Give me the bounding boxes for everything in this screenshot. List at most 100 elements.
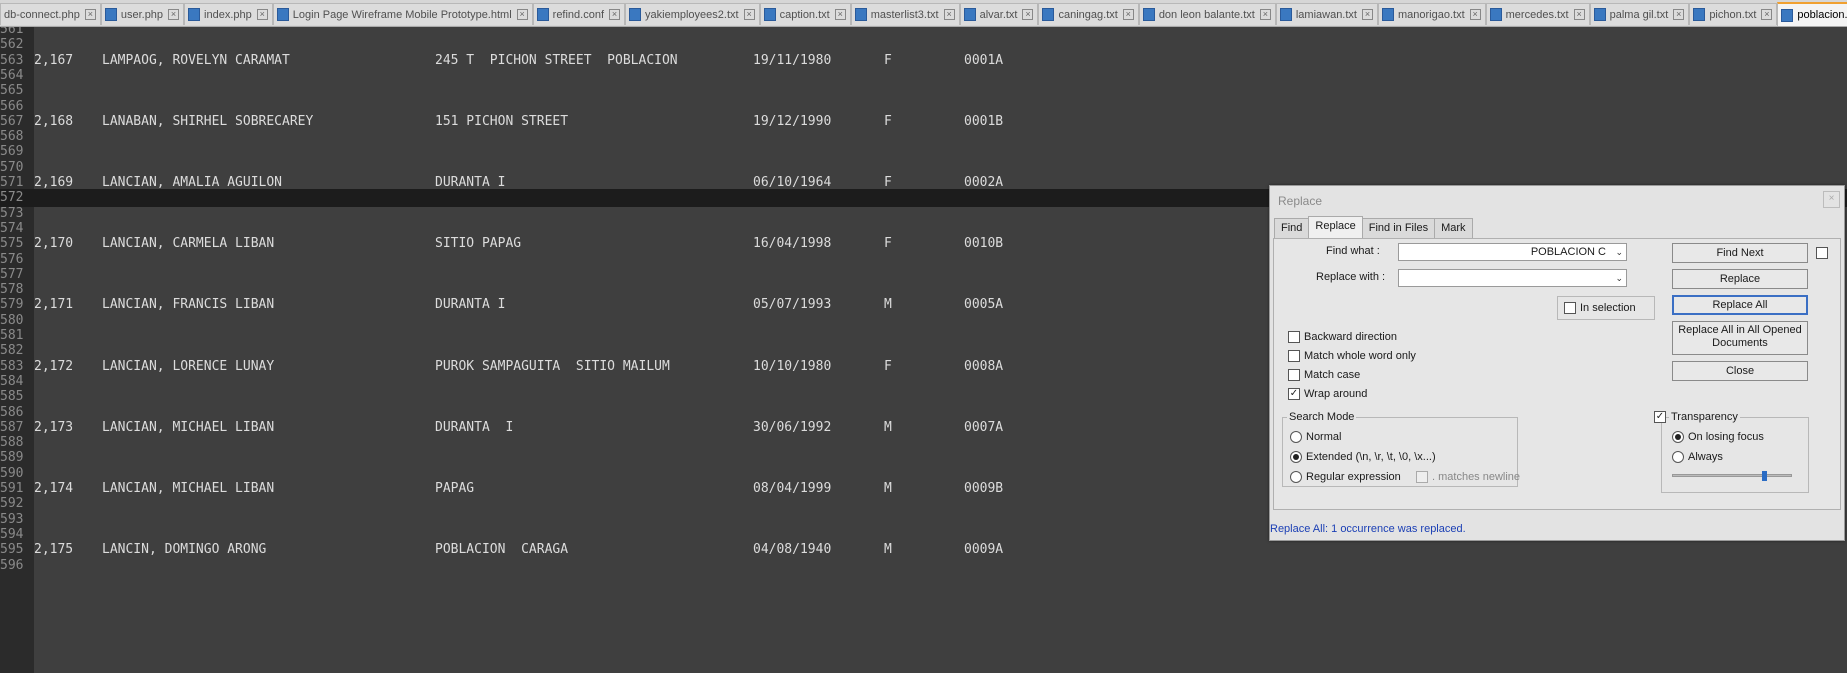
wrap-around-checkbox[interactable]: ✓: [1288, 388, 1300, 400]
file-tab-label: refind.conf: [552, 8, 605, 21]
file-icon: [629, 8, 642, 21]
close-tab-icon[interactable]: ×: [609, 9, 621, 20]
close-tab-icon[interactable]: ×: [943, 9, 955, 20]
file-tab-label: lamiawan.txt: [1295, 8, 1357, 21]
transparency-slider[interactable]: [1672, 474, 1792, 477]
file-icon: [104, 8, 117, 21]
dialog-option-checkbox[interactable]: [1816, 247, 1828, 259]
file-icon: [963, 8, 976, 21]
matches-newline-checkbox[interactable]: [1416, 471, 1428, 483]
file-tab[interactable]: alvar.txt ×: [959, 3, 1039, 25]
tab-mark[interactable]: Mark: [1434, 218, 1473, 238]
close-tab-icon[interactable]: ×: [256, 9, 268, 20]
file-tab-label: index.php: [204, 8, 252, 21]
backward-direction-label: Backward direction: [1304, 331, 1397, 343]
close-tab-icon[interactable]: ×: [168, 9, 180, 20]
file-tab[interactable]: manorigao.txt ×: [1377, 3, 1486, 25]
file-icon: [1142, 8, 1155, 21]
file-tab[interactable]: db-connect.php ×: [0, 3, 101, 25]
find-what-input[interactable]: POBLACION C ⌄: [1398, 243, 1627, 261]
file-tab[interactable]: user.php ×: [100, 3, 185, 25]
editor-line[interactable]: 596: [0, 557, 1847, 575]
replace-all-button[interactable]: Replace All: [1672, 295, 1808, 315]
transparency-checkbox[interactable]: ✓: [1654, 411, 1666, 423]
file-tab[interactable]: Login Page Wireframe Mobile Prototype.ht…: [272, 3, 533, 25]
tab-find-in-files[interactable]: Find in Files: [1361, 218, 1436, 238]
backward-direction-checkbox[interactable]: [1288, 331, 1300, 343]
file-tab-label: yakiemployees2.txt: [645, 8, 739, 21]
file-icon: [1693, 8, 1706, 21]
file-tab[interactable]: caningag.txt ×: [1038, 3, 1139, 25]
file-tab-label: palma gil.txt: [1609, 8, 1669, 21]
close-tab-icon[interactable]: ×: [1761, 9, 1773, 20]
file-tab-label: user.php: [120, 8, 164, 21]
file-tab-label: poblacion.txt: [1797, 9, 1847, 21]
chevron-down-icon[interactable]: ⌄: [1615, 270, 1623, 286]
matches-newline-label: . matches newline: [1432, 471, 1521, 483]
file-tab[interactable]: refind.conf ×: [532, 3, 626, 25]
file-tab-bar: db-connect.php × user.php × index.php × Login …: [0, 0, 1847, 27]
file-tab[interactable]: caption.txt ×: [759, 3, 851, 25]
find-what-value: POBLACION C: [1530, 246, 1606, 258]
file-tab-label: pichon.txt: [1709, 8, 1757, 21]
close-tab-icon[interactable]: ×: [1122, 9, 1134, 20]
file-tab[interactable]: yakiemployees2.txt ×: [625, 3, 760, 25]
in-selection-checkbox[interactable]: [1564, 302, 1576, 314]
file-tab[interactable]: masterlist3.txt ×: [850, 3, 960, 25]
file-tab-label: caningag.txt: [1058, 8, 1118, 21]
match-case-checkbox[interactable]: [1288, 369, 1300, 381]
file-tab[interactable]: poblacion.txt×: [1777, 2, 1847, 26]
whole-word-checkbox[interactable]: [1288, 350, 1300, 362]
tab-replace[interactable]: Replace: [1308, 216, 1363, 238]
close-tab-icon[interactable]: ×: [1573, 9, 1585, 20]
on-losing-focus-radio[interactable]: [1672, 431, 1684, 443]
replace-button[interactable]: Replace: [1672, 269, 1808, 289]
close-tab-icon[interactable]: ×: [1259, 9, 1271, 20]
extended-mode-radio[interactable]: [1290, 451, 1302, 463]
file-icon: [1781, 8, 1794, 22]
file-tab[interactable]: pichon.txt ×: [1689, 3, 1778, 25]
file-tab[interactable]: don leon balante.txt ×: [1138, 3, 1276, 25]
status-message: Replace All: 1 occurrence was replaced.: [1270, 523, 1466, 535]
close-tab-icon[interactable]: ×: [516, 9, 528, 20]
close-tab-icon[interactable]: ×: [743, 9, 755, 20]
file-icon: [276, 8, 289, 21]
replace-with-input[interactable]: ⌄: [1398, 269, 1627, 287]
match-case-label: Match case: [1304, 369, 1361, 381]
tab-find[interactable]: Find: [1274, 218, 1310, 238]
dialog-title: Replace: [1278, 194, 1323, 208]
close-tab-icon[interactable]: ×: [834, 9, 846, 20]
file-tab[interactable]: lamiawan.txt ×: [1275, 3, 1378, 25]
close-tab-icon[interactable]: ×: [1673, 9, 1685, 20]
file-icon: [854, 8, 867, 21]
file-tab-label: mercedes.txt: [1505, 8, 1569, 21]
file-icon: [763, 8, 776, 21]
replace-all-opened-button[interactable]: Replace All in All Opened Documents: [1672, 321, 1808, 355]
line-number: 596: [0, 558, 24, 573]
file-tab[interactable]: index.php ×: [184, 3, 273, 25]
file-tab[interactable]: mercedes.txt ×: [1485, 3, 1590, 25]
wrap-around-label: Wrap around: [1304, 388, 1368, 400]
replace-with-label: Replace with :: [1316, 271, 1386, 283]
file-tab-label: don leon balante.txt: [1158, 8, 1255, 21]
chevron-down-icon[interactable]: ⌄: [1615, 244, 1623, 260]
normal-mode-radio[interactable]: [1290, 431, 1302, 443]
in-selection-label: In selection: [1580, 302, 1636, 314]
transparency-slider-thumb[interactable]: [1762, 471, 1767, 481]
normal-mode-label: Normal: [1306, 431, 1342, 443]
dialog-close-icon[interactable]: ×: [1823, 191, 1840, 208]
close-button[interactable]: Close: [1672, 361, 1808, 381]
close-tab-icon[interactable]: ×: [1469, 9, 1481, 20]
find-next-button[interactable]: Find Next: [1672, 243, 1808, 263]
file-tab-label: manorigao.txt: [1397, 8, 1465, 21]
whole-word-label: Match whole word only: [1304, 350, 1416, 362]
close-tab-icon[interactable]: ×: [1361, 9, 1373, 20]
close-tab-icon[interactable]: ×: [84, 9, 96, 20]
regex-mode-radio[interactable]: [1290, 471, 1302, 483]
always-label: Always: [1688, 451, 1723, 463]
file-tab[interactable]: palma gil.txt ×: [1589, 3, 1690, 25]
on-losing-focus-label: On losing focus: [1688, 431, 1764, 443]
search-mode-title: Search Mode: [1287, 411, 1357, 423]
always-radio[interactable]: [1672, 451, 1684, 463]
close-tab-icon[interactable]: ×: [1022, 9, 1034, 20]
